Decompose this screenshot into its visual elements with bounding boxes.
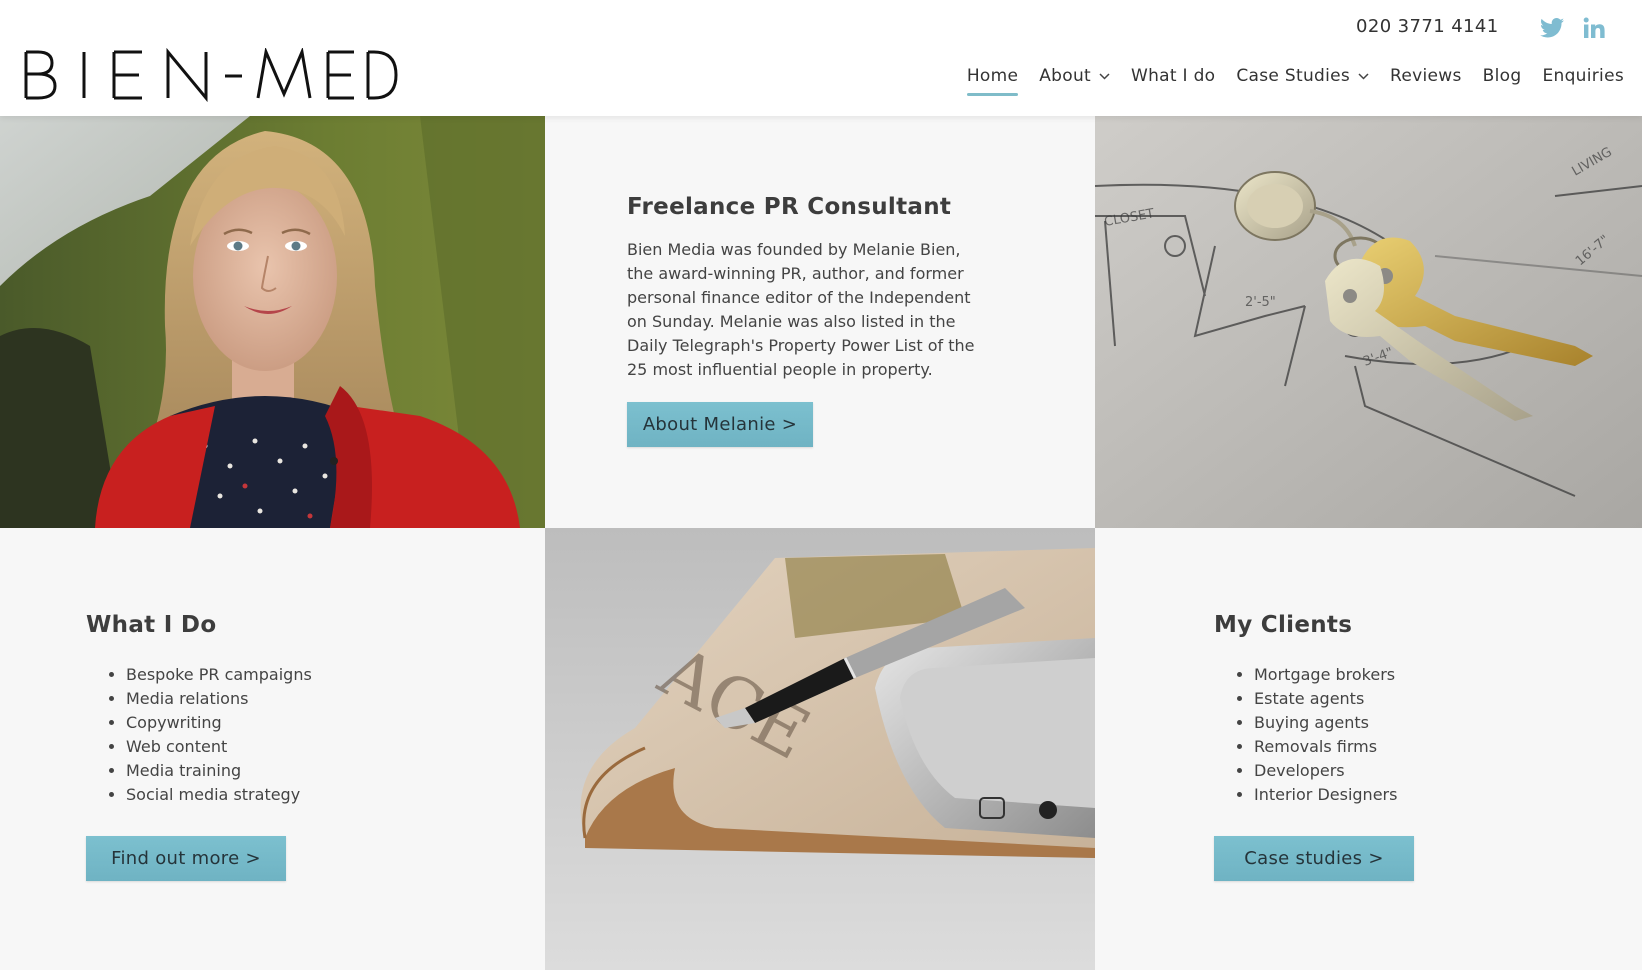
- clients-list: Mortgage brokers Estate agents Buying ag…: [1254, 663, 1397, 807]
- pen-newspaper-photo: ACE: [545, 528, 1095, 970]
- list-item: Media relations: [126, 687, 312, 711]
- nav-label: About: [1039, 66, 1091, 86]
- nav-label: What I do: [1130, 66, 1216, 86]
- chevron-down-icon: [1358, 72, 1369, 80]
- nav-home[interactable]: Home: [966, 66, 1019, 96]
- list-item: Mortgage brokers: [1254, 663, 1397, 687]
- intro-text: Bien Media was founded by Melanie Bien, …: [627, 240, 975, 379]
- list-item: Social media strategy: [126, 783, 312, 807]
- main-nav: Home About What I do Case Studies Review…: [946, 66, 1624, 96]
- nav-enquiries[interactable]: Enquiries: [1542, 66, 1624, 96]
- clients-panel: My Clients Mortgage brokers Estate agent…: [1095, 528, 1642, 970]
- list-item: Removals firms: [1254, 735, 1397, 759]
- about-melanie-button[interactable]: About Melanie >: [627, 402, 813, 447]
- what-i-do-panel: What I Do Bespoke PR campaigns Media rel…: [0, 528, 545, 970]
- services-list: Bespoke PR campaigns Media relations Cop…: [126, 663, 312, 807]
- nav-what-i-do[interactable]: What I do: [1131, 66, 1215, 96]
- site-header: 020 3771 4141 Home About What I do Case …: [0, 0, 1642, 116]
- nav-case-studies[interactable]: Case Studies: [1236, 66, 1369, 96]
- nav-blog[interactable]: Blog: [1483, 66, 1522, 96]
- linkedin-icon[interactable]: [1580, 14, 1608, 42]
- keys-on-floorplan-photo: CLOSET LIVING 16'-7" 2'-5" 3'-4": [1095, 116, 1642, 528]
- svg-text:2'-5": 2'-5": [1245, 295, 1276, 310]
- nav-reviews[interactable]: Reviews: [1390, 66, 1462, 96]
- twitter-icon[interactable]: [1538, 14, 1566, 42]
- list-item: Copywriting: [126, 711, 312, 735]
- case-studies-button[interactable]: Case studies >: [1214, 836, 1414, 881]
- list-item: Buying agents: [1254, 711, 1397, 735]
- intro-title: Freelance PR Consultant: [627, 194, 952, 220]
- nav-label: Enquiries: [1542, 66, 1624, 86]
- list-item: Developers: [1254, 759, 1397, 783]
- site-logo[interactable]: [22, 48, 414, 104]
- intro-panel: Freelance PR Consultant Bien Media was f…: [545, 116, 1095, 528]
- phone-number[interactable]: 020 3771 4141: [1356, 16, 1499, 37]
- nav-label: Reviews: [1390, 66, 1462, 86]
- nav-label: Case Studies: [1236, 66, 1351, 86]
- chevron-down-icon: [1099, 72, 1110, 80]
- nav-label: Home: [966, 66, 1019, 86]
- list-item: Bespoke PR campaigns: [126, 663, 312, 687]
- nav-about[interactable]: About: [1039, 66, 1110, 96]
- find-out-more-button[interactable]: Find out more >: [86, 836, 286, 881]
- portrait-photo: [0, 116, 545, 528]
- what-i-do-title: What I Do: [86, 612, 217, 638]
- list-item: Interior Designers: [1254, 783, 1397, 807]
- list-item: Media training: [126, 759, 312, 783]
- nav-label: Blog: [1482, 66, 1522, 86]
- clients-title: My Clients: [1214, 612, 1353, 638]
- list-item: Web content: [126, 735, 312, 759]
- list-item: Estate agents: [1254, 687, 1397, 711]
